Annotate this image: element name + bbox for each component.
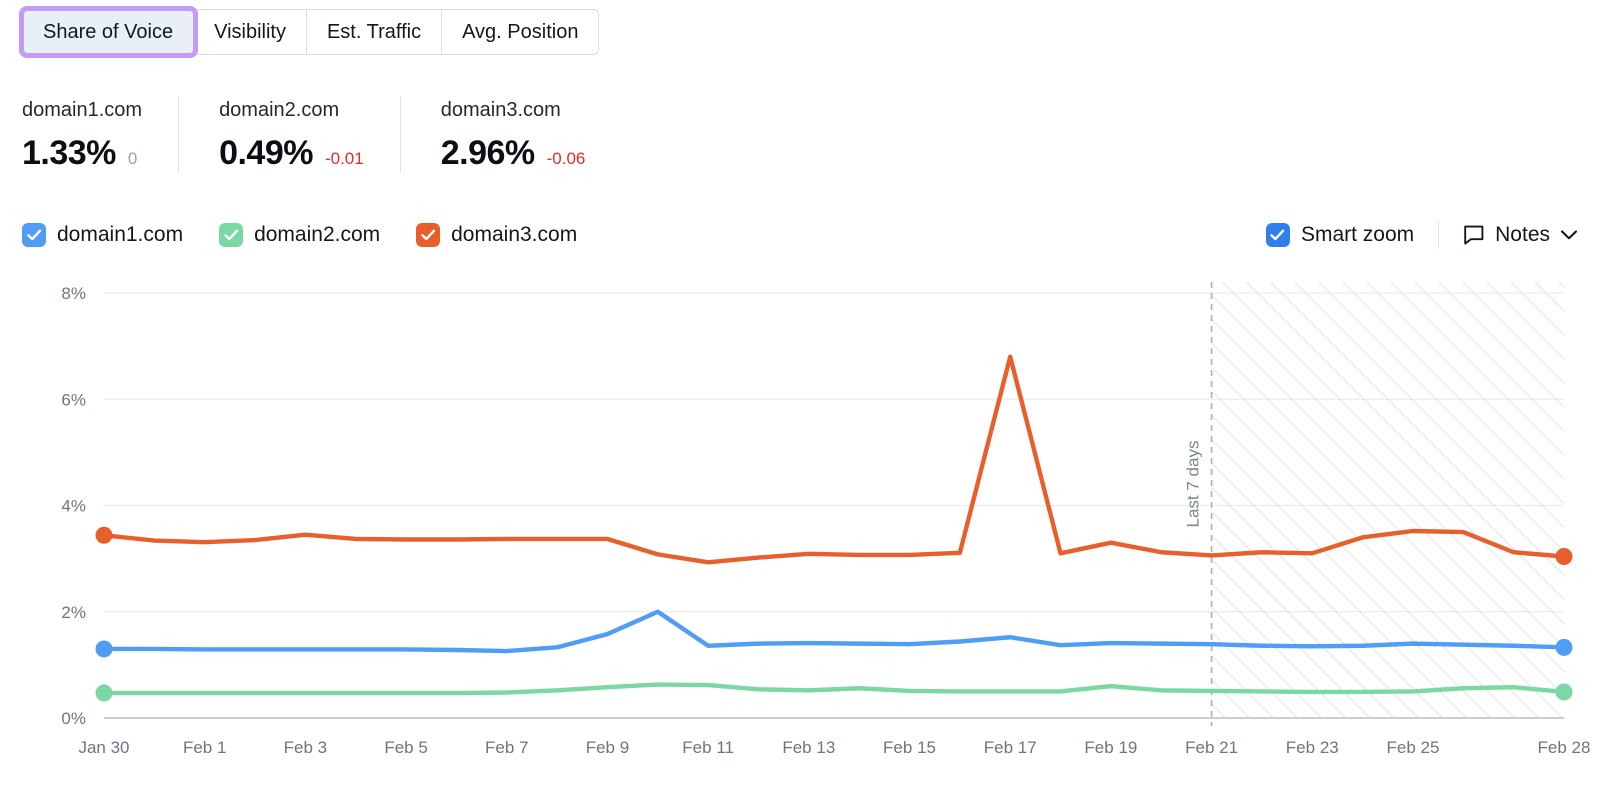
x-axis-tick-label: Feb 15 xyxy=(883,738,936,757)
metric-value: 1.33% xyxy=(22,134,116,172)
legend-label: domain3.com xyxy=(451,223,578,246)
metrics-summary-row: domain1.com 1.33% 0 domain2.com 0.49% -0… xyxy=(22,96,621,172)
metric-delta: 0 xyxy=(127,149,138,168)
metric-card-domain3: domain3.com 2.96% -0.06 xyxy=(399,96,622,172)
speech-bubble-icon xyxy=(1464,225,1484,245)
smart-zoom-label: Smart zoom xyxy=(1300,223,1415,246)
metric-card-domain1: domain1.com 1.33% 0 xyxy=(22,96,178,172)
metric-domain-label: domain3.com xyxy=(440,99,561,121)
x-axis-tick-label: Feb 21 xyxy=(1185,738,1238,757)
metric-value-row: 0.49% -0.01 xyxy=(219,134,364,172)
metric-value: 0.49% xyxy=(219,134,313,172)
smart-zoom-toggle[interactable]: Smart zoom xyxy=(1265,223,1415,247)
notes-dropdown[interactable]: Notes xyxy=(1463,223,1578,247)
chart-canvas: Last 7 days 0% 2% 4% 6% 8% Jan 30 Feb 1 Feb 3 F… xyxy=(61,282,1590,757)
series-endpoint-marker xyxy=(95,640,113,658)
metric-delta: -0.06 xyxy=(546,149,586,168)
x-axis-tick-label: Feb 11 xyxy=(682,738,734,757)
metric-domain-label: domain2.com xyxy=(219,99,340,121)
y-axis-tick-label: 4% xyxy=(61,497,86,516)
x-axis-tick-label: Feb 17 xyxy=(984,738,1037,757)
hatched-forecast-area xyxy=(1211,282,1564,718)
x-axis-tick-label: Feb 3 xyxy=(284,738,327,757)
y-axis-labels: 0% 2% 4% 6% 8% xyxy=(61,284,86,728)
control-divider xyxy=(1438,221,1440,249)
tab-est-traffic[interactable]: Est. Traffic xyxy=(306,10,443,54)
last-7-days-region: Last 7 days xyxy=(1184,282,1564,726)
checkbox-domain2[interactable] xyxy=(219,223,244,247)
checkbox-domain3[interactable] xyxy=(416,223,441,247)
metric-value: 2.96% xyxy=(440,134,535,172)
legend-item-domain1[interactable]: domain1.com xyxy=(22,223,183,247)
x-axis-tick-label: Feb 19 xyxy=(1084,738,1137,757)
legend-item-domain3[interactable]: domain3.com xyxy=(416,223,577,247)
x-axis-tick-label: Feb 5 xyxy=(384,738,427,757)
checkbox-smart-zoom[interactable] xyxy=(1265,223,1290,247)
chart-controls: Smart zoom Notes xyxy=(1265,220,1578,250)
series-endpoint-marker xyxy=(1555,638,1573,656)
x-axis-tick-label: Feb 1 xyxy=(183,738,226,757)
metric-delta: -0.01 xyxy=(324,149,364,168)
tab-avg-position[interactable]: Avg. Position xyxy=(442,10,599,54)
metric-value-row: 1.33% 0 xyxy=(22,134,142,172)
y-axis-tick-label: 2% xyxy=(61,603,86,622)
x-axis-tick-label: Feb 7 xyxy=(485,738,528,757)
legend-item-domain2[interactable]: domain2.com xyxy=(219,223,380,247)
x-axis-tick-label: Feb 28 xyxy=(1538,738,1591,757)
metric-value-row: 2.96% -0.06 xyxy=(441,134,586,172)
x-axis-labels: Jan 30 Feb 1 Feb 3 Feb 5 Feb 7 Feb 9 Feb 11 Feb… xyxy=(78,738,1590,757)
check-icon xyxy=(26,229,41,241)
metric-card-domain2: domain2.com 0.49% -0.01 xyxy=(178,96,400,172)
notes-label: Notes xyxy=(1495,223,1550,246)
check-icon xyxy=(420,229,435,241)
tab-share-of-voice[interactable]: Share of Voice xyxy=(18,6,199,58)
tab-visibility[interactable]: Visibility xyxy=(194,10,307,54)
legend-label: domain2.com xyxy=(254,223,381,246)
series-endpoint-marker xyxy=(1555,548,1573,565)
checkbox-domain1[interactable] xyxy=(22,223,46,247)
x-axis-tick-label: Feb 25 xyxy=(1386,738,1439,757)
chevron-down-icon xyxy=(1560,230,1578,240)
y-axis-tick-label: 0% xyxy=(61,709,86,728)
x-axis-tick-label: Feb 13 xyxy=(782,738,835,757)
series-endpoint-marker xyxy=(95,684,113,702)
share-of-voice-chart: Last 7 days 0% 2% 4% 6% 8% Jan 30 Feb 1 Feb 3 F… xyxy=(0,262,1600,762)
x-axis-tick-label: Jan 30 xyxy=(78,738,129,757)
metric-tab-bar[interactable]: Share of Voice Visibility Est. Traffic A… xyxy=(18,6,600,58)
series-endpoint-marker xyxy=(95,526,113,544)
last-7-days-label: Last 7 days xyxy=(1184,441,1203,528)
x-axis-tick-label: Feb 9 xyxy=(586,738,629,757)
check-icon xyxy=(223,229,238,241)
series-endpoint-marker xyxy=(1555,683,1573,701)
y-axis-tick-label: 8% xyxy=(61,284,86,303)
metric-domain-label: domain1.com xyxy=(22,99,143,121)
x-axis-tick-label: Feb 23 xyxy=(1286,738,1339,757)
check-icon xyxy=(1270,229,1285,241)
y-axis-tick-label: 6% xyxy=(61,390,86,409)
legend-label: domain1.com xyxy=(57,223,184,246)
